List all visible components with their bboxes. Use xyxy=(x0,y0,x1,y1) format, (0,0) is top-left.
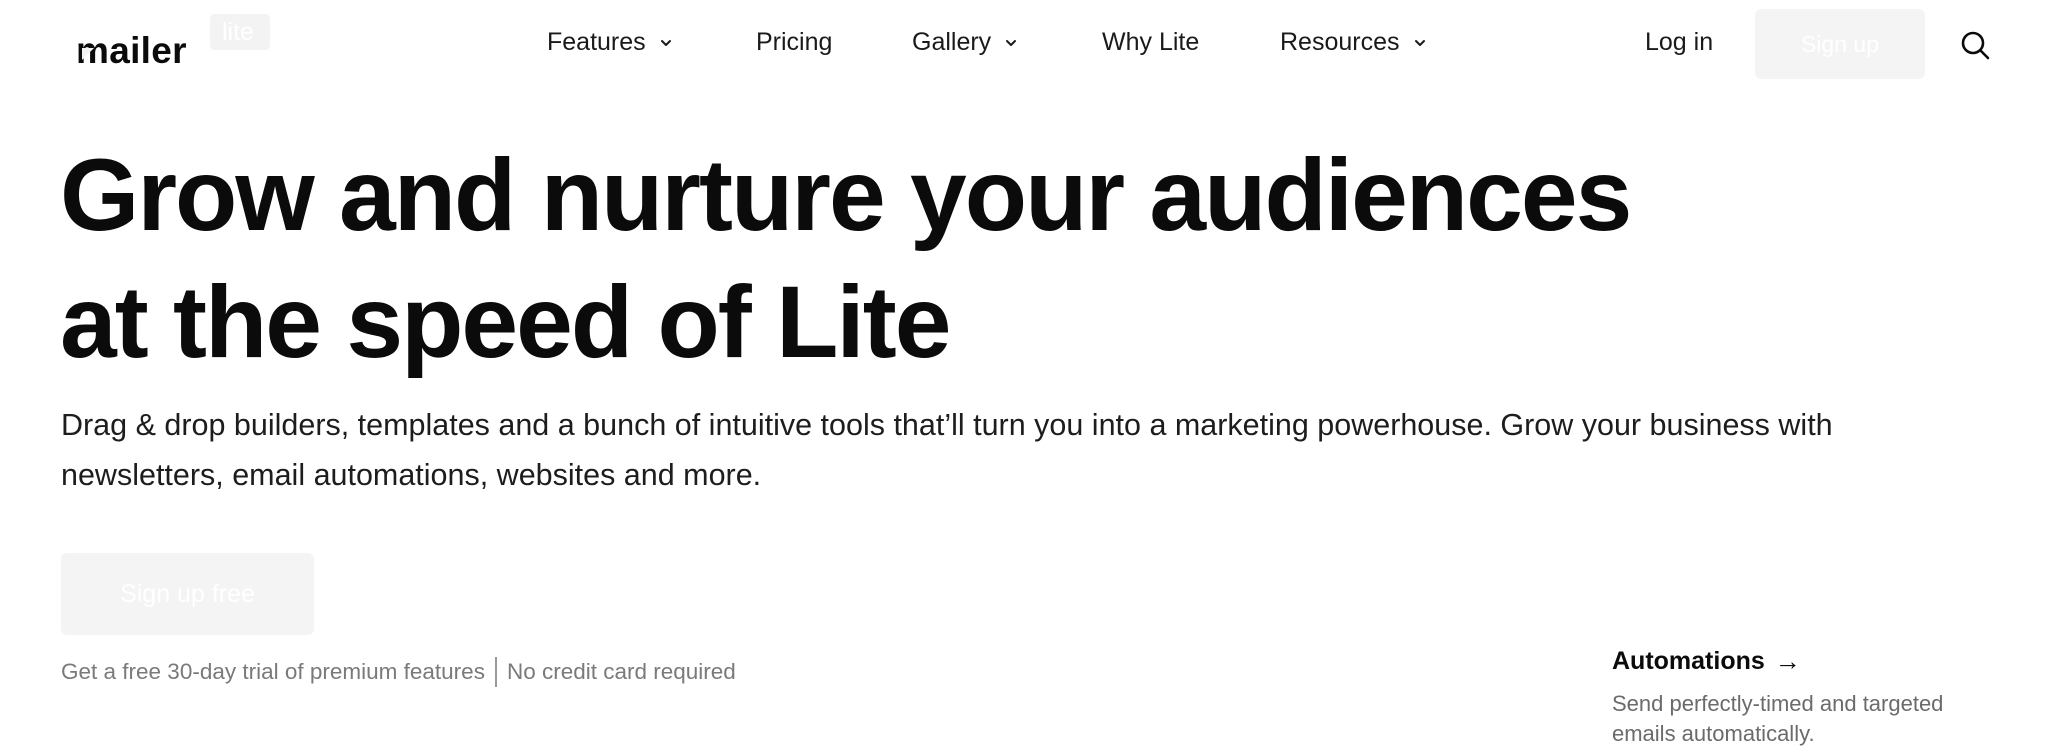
chevron-down-icon xyxy=(1414,39,1425,46)
nav-item-label: Pricing xyxy=(756,28,833,56)
nav-item-why-lite[interactable]: Why Lite xyxy=(1102,28,1199,57)
trial-note: Get a free 30-day trial of premium featu… xyxy=(61,657,736,687)
hero-title: Grow and nurture your audiences at the s… xyxy=(60,132,1760,386)
feature-card-automations[interactable]: Automations → Send perfectly-timed and t… xyxy=(1612,645,2012,749)
nav-item-label: Why Lite xyxy=(1102,28,1200,56)
site-header: mailer lite Features Pricing Gallery Why… xyxy=(0,0,2048,90)
login-link[interactable]: Log in xyxy=(1645,28,1713,57)
signup-button-label: Sign up xyxy=(1800,30,1879,57)
hero-subtitle-line-2: newsletters, email automations, websites… xyxy=(61,458,762,492)
hero-title-line-1: Grow and nurture your audiences xyxy=(60,138,1632,252)
feature-title-label: Automations xyxy=(1612,646,1765,675)
nav-item-label: Gallery xyxy=(912,28,992,56)
signup-free-button-label: Sign up free xyxy=(120,579,255,608)
hero-subtitle-line-1: Drag & drop builders, templates and a bu… xyxy=(61,408,1833,442)
nav-item-features[interactable]: Features xyxy=(547,28,674,57)
feature-description-line-2: emails automatically. xyxy=(1612,721,1815,746)
nav-item-label: Resources xyxy=(1280,28,1400,56)
signup-button[interactable]: Sign up xyxy=(1755,9,1925,79)
feature-title: Automations → xyxy=(1612,645,2012,677)
trial-note-no-card: No credit card required xyxy=(506,659,736,684)
signup-free-button[interactable]: Sign up free xyxy=(61,553,314,635)
chevron-down-icon xyxy=(1006,39,1017,46)
hero-title-line-2: at the speed of Lite xyxy=(60,265,951,379)
nav-item-gallery[interactable]: Gallery xyxy=(912,28,1019,57)
trial-note-divider xyxy=(494,657,497,687)
arrow-right-icon: → xyxy=(1774,645,1801,676)
nav-item-pricing[interactable]: Pricing xyxy=(756,28,832,57)
nav-item-resources[interactable]: Resources xyxy=(1280,28,1428,57)
chevron-down-icon xyxy=(660,39,671,46)
feature-description-line-1: Send perfectly-timed and targeted xyxy=(1612,691,1944,716)
trial-note-offer: Get a free 30-day trial of premium featu… xyxy=(61,659,485,684)
search-icon xyxy=(1961,31,1990,60)
feature-description: Send perfectly-timed and targeted emails… xyxy=(1612,689,2012,749)
nav-item-label: Features xyxy=(547,28,646,56)
main-nav: Features Pricing Gallery Why Lite Resour… xyxy=(0,0,2048,90)
page: mailer lite Features Pricing Gallery Why… xyxy=(0,0,2048,756)
search-button[interactable] xyxy=(1958,28,1992,62)
hero-subtitle: Drag & drop builders, templates and a bu… xyxy=(61,400,2021,500)
